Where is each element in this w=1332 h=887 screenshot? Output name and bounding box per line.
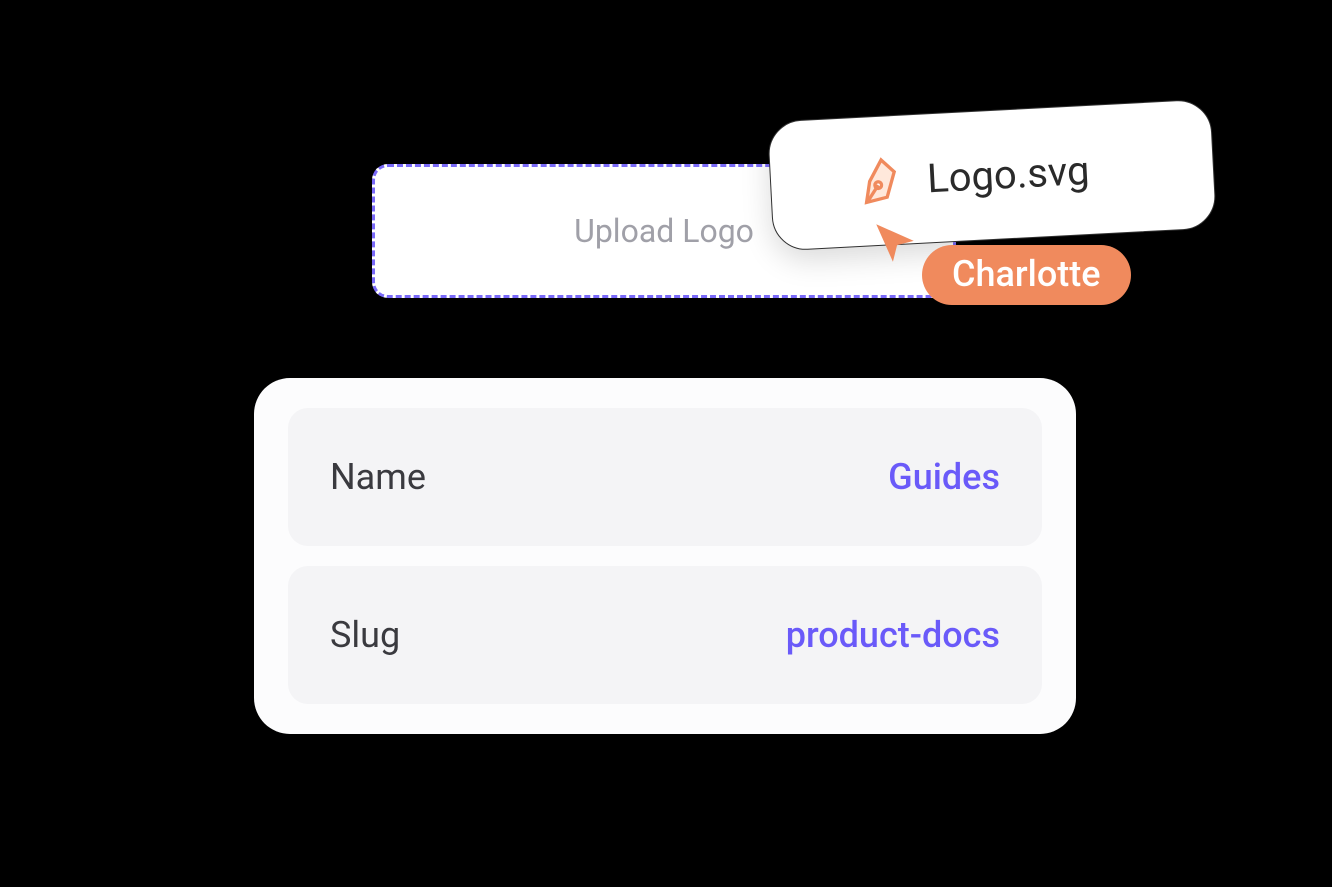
field-label: Name	[330, 456, 426, 498]
file-name: Logo.svg	[926, 146, 1091, 201]
cursor-icon	[870, 218, 920, 268]
field-value: Guides	[888, 456, 1000, 498]
field-label: Slug	[330, 614, 400, 656]
field-value: product-docs	[786, 614, 1000, 656]
presence-username: Charlotte	[952, 253, 1101, 295]
settings-card: Name Guides Slug product-docs	[254, 378, 1076, 734]
upload-placeholder: Upload Logo	[574, 212, 754, 250]
field-row-slug[interactable]: Slug product-docs	[288, 566, 1042, 704]
presence-badge: Charlotte	[922, 245, 1131, 305]
pen-nib-icon	[856, 154, 909, 207]
field-row-name[interactable]: Name Guides	[288, 408, 1042, 546]
file-drag-card[interactable]: Logo.svg	[767, 98, 1217, 251]
